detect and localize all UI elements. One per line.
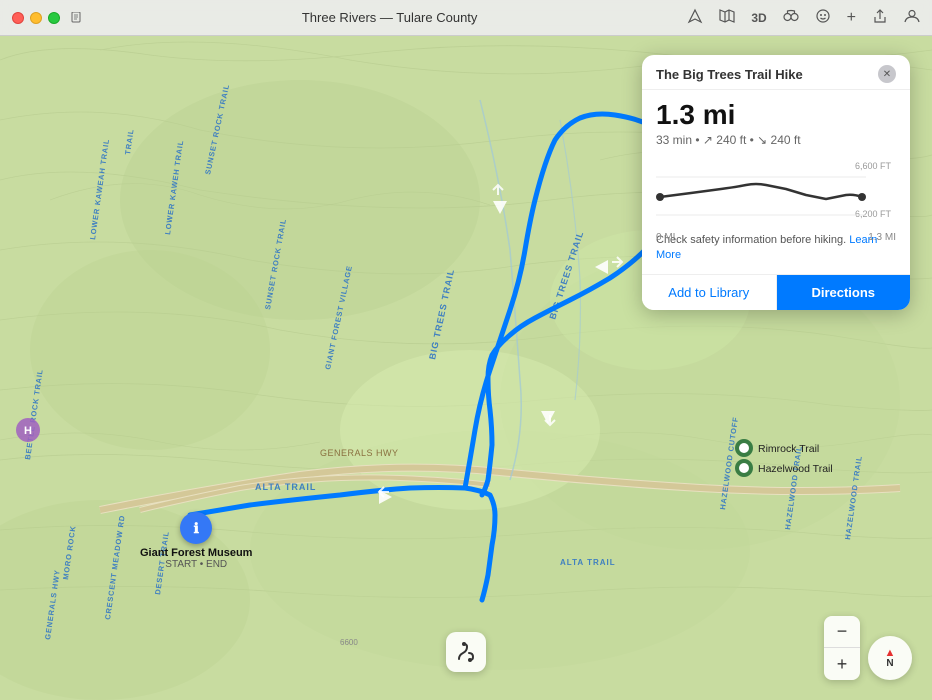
navigation-icon[interactable] <box>687 8 703 27</box>
stats-text: 33 min • ↗ 240 ft • ↘ 240 ft <box>656 133 801 147</box>
compass-label: N <box>886 659 893 669</box>
trail-stats: 33 min • ↗ 240 ft • ↘ 240 ft <box>656 133 896 147</box>
elevation-low-label: 6,200 FT <box>855 209 892 219</box>
elevation-high-label: 6,600 FT <box>855 161 892 171</box>
card-actions: Add to Library Directions <box>642 274 910 310</box>
museum-marker[interactable]: ℹ Giant Forest Museum START • END <box>140 512 252 570</box>
3d-icon[interactable]: 3D <box>751 11 766 25</box>
window-title: Three Rivers — Tulare County <box>92 10 687 25</box>
face-icon[interactable] <box>815 8 831 27</box>
svg-text:GENERALS HWY: GENERALS HWY <box>320 448 399 458</box>
elevation-x-labels: 0 MI 1.3 MI <box>656 232 896 243</box>
svg-text:ALTA TRAIL: ALTA TRAIL <box>560 558 616 567</box>
traffic-lights <box>12 12 60 24</box>
card-title: The Big Trees Trail Hike <box>656 67 803 82</box>
zoom-out-button[interactable]: − <box>824 616 860 648</box>
distance-start: 0 MI <box>656 232 675 243</box>
map-icon[interactable] <box>719 8 735 27</box>
svg-text:H: H <box>24 425 32 437</box>
card-close-button[interactable]: ✕ <box>878 65 896 83</box>
compass[interactable]: ▲ N <box>868 636 912 680</box>
maximize-button[interactable] <box>48 12 60 24</box>
distance-end: 1.3 MI <box>868 232 896 243</box>
map-container: BIG TREES TRAIL BIG TREES TRAIL ALTA TRA… <box>0 0 932 700</box>
account-icon[interactable] <box>904 8 920 27</box>
add-to-library-button[interactable]: Add to Library <box>642 275 777 310</box>
info-card: The Big Trees Trail Hike ✕ 1.3 mi 33 min… <box>642 55 910 310</box>
svg-text:Hazelwood Trail: Hazelwood Trail <box>758 463 833 475</box>
zoom-in-button[interactable]: + <box>824 648 860 680</box>
museum-icon: ℹ <box>180 512 212 544</box>
minimize-button[interactable] <box>30 12 42 24</box>
museum-sub: START • END <box>165 559 227 570</box>
card-header: The Big Trees Trail Hike ✕ <box>642 55 910 90</box>
card-body: 1.3 mi 33 min • ↗ 240 ft • ↘ 240 ft 6,60… <box>642 90 910 264</box>
title-bar: Three Rivers — Tulare County 3D + <box>0 0 932 36</box>
share-icon[interactable] <box>872 8 888 27</box>
route-icon[interactable] <box>446 632 486 672</box>
svg-text:6600: 6600 <box>340 638 358 647</box>
museum-name: Giant Forest Museum <box>140 547 252 559</box>
directions-button[interactable]: Directions <box>777 275 911 310</box>
binoculars-icon[interactable] <box>783 8 799 27</box>
plus-icon[interactable]: + <box>847 9 856 27</box>
svg-text:ALTA TRAIL: ALTA TRAIL <box>255 482 316 492</box>
toolbar-icons: 3D + <box>687 8 920 27</box>
elevation-chart: 6,600 FT 6,200 FT 0 MI <box>656 157 896 227</box>
zoom-controls: − + <box>824 616 860 680</box>
svg-text:Rimrock Trail: Rimrock Trail <box>758 443 819 455</box>
trail-distance: 1.3 mi <box>656 100 896 131</box>
window-document-icon <box>70 11 84 25</box>
close-button[interactable] <box>12 12 24 24</box>
